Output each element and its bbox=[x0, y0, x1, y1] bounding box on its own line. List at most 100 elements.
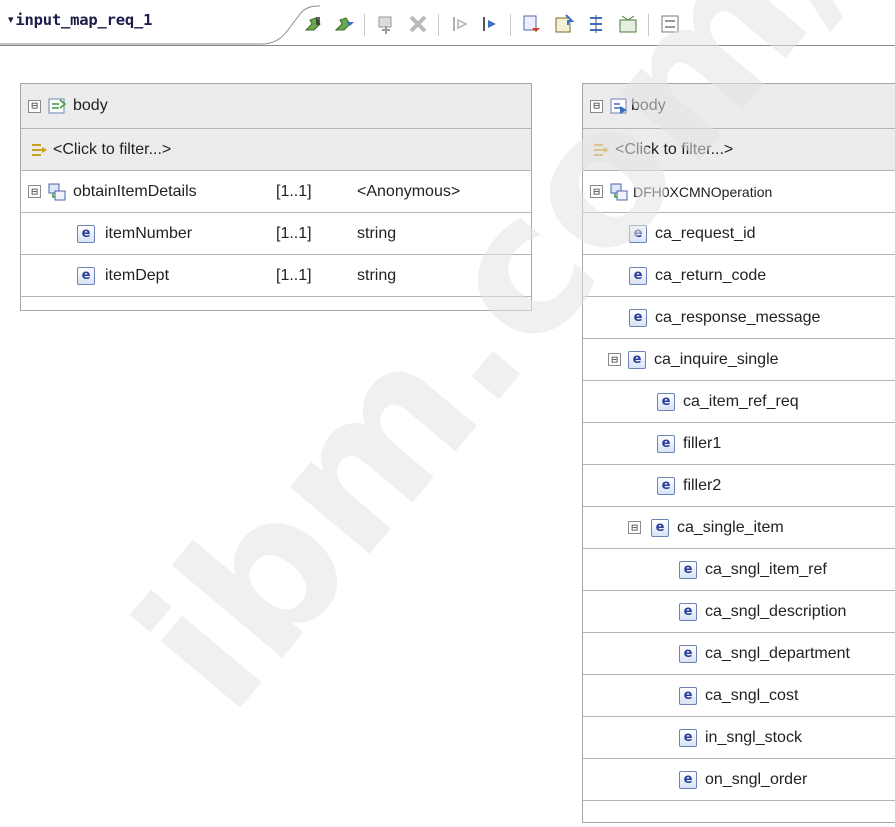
multiplicity: [1..1] bbox=[276, 266, 312, 284]
tree-node-name: ca_inquire_single bbox=[654, 350, 779, 368]
element-icon: e bbox=[679, 560, 697, 579]
toolbar-separator bbox=[510, 14, 511, 36]
source-tree-row[interactable]: e itemDept [1..1] string bbox=[21, 255, 531, 297]
move-right-icon[interactable] bbox=[476, 10, 504, 38]
tree-node-name: ca_sngl_cost bbox=[705, 686, 799, 704]
element-icon: e bbox=[657, 392, 675, 411]
move-left-icon[interactable] bbox=[446, 10, 474, 38]
tab-underline bbox=[0, 45, 895, 46]
editor-tab-bar: ▾ input_map_req_1 bbox=[0, 0, 895, 46]
filter-icon bbox=[591, 140, 611, 160]
element-icon: e bbox=[629, 266, 647, 285]
filter-icon bbox=[29, 140, 49, 160]
source-filter-row[interactable]: <Click to filter...> bbox=[21, 129, 531, 171]
export-icon[interactable] bbox=[550, 10, 578, 38]
source-tree-row[interactable]: e itemNumber [1..1] string bbox=[21, 213, 531, 255]
tree-node-name: ca_sngl_description bbox=[705, 602, 847, 620]
tree-node-name: ca_response_message bbox=[655, 308, 821, 326]
element-icon: e bbox=[77, 266, 95, 285]
toolbar-separator bbox=[648, 14, 649, 36]
outline-icon[interactable] bbox=[656, 10, 684, 38]
auto-map-icon[interactable] bbox=[518, 10, 546, 38]
element-icon: e bbox=[629, 308, 647, 327]
collapse-icon[interactable]: ⊟ bbox=[590, 99, 603, 113]
source-filter-label[interactable]: <Click to filter...> bbox=[53, 141, 171, 159]
collapse-icon[interactable]: ⊟ bbox=[628, 521, 641, 534]
target-tree-row[interactable]: e ca_request_id bbox=[583, 213, 895, 255]
add-mapping-icon[interactable] bbox=[300, 10, 328, 38]
tree-node-name: filler1 bbox=[683, 434, 722, 452]
source-tree-row[interactable]: ⊟ obtainItemDetails [1..1] <Anonymous> bbox=[21, 171, 531, 213]
multiplicity: [1..1] bbox=[276, 224, 312, 242]
complex-type-icon bbox=[609, 182, 629, 202]
target-tree-row[interactable]: e ca_sngl_department bbox=[583, 633, 895, 675]
target-tree-row[interactable]: e ca_response_message bbox=[583, 297, 895, 339]
tree-node-name: ca_single_item bbox=[677, 518, 784, 536]
message-body-icon bbox=[47, 96, 67, 116]
target-tree-row[interactable]: ⊟ e ca_single_item bbox=[583, 507, 895, 549]
tree-node-name: ca_return_code bbox=[655, 266, 767, 284]
complex-type-icon bbox=[47, 182, 67, 202]
element-icon: e bbox=[679, 770, 697, 789]
element-icon: e bbox=[679, 602, 697, 621]
tree-node-name: DFH0XCMNOperation bbox=[633, 183, 773, 200]
tree-node-name: filler2 bbox=[683, 476, 722, 494]
tree-node-name: obtainItemDetails bbox=[73, 182, 197, 200]
type-name: <Anonymous> bbox=[357, 182, 461, 200]
source-body-label: body bbox=[73, 97, 108, 114]
element-icon: e bbox=[679, 644, 697, 663]
add-input-icon[interactable] bbox=[372, 10, 400, 38]
tree-node-name: on_sngl_order bbox=[705, 770, 808, 788]
multiplicity: [1..1] bbox=[276, 182, 312, 200]
target-tree-row[interactable]: ⊟ DFH0XCMNOperation bbox=[583, 171, 895, 213]
collapse-icon[interactable]: ⊟ bbox=[28, 99, 41, 113]
target-tree-row[interactable]: e filler1 bbox=[583, 423, 895, 465]
target-tree-row[interactable]: e ca_sngl_cost bbox=[583, 675, 895, 717]
target-body-label: body bbox=[631, 97, 666, 114]
collapse-icon[interactable]: ⊟ bbox=[590, 185, 603, 198]
tab-collapse-icon[interactable]: ▾ bbox=[8, 13, 14, 26]
target-tree-row[interactable]: e ca_item_ref_req bbox=[583, 381, 895, 423]
collapse-icon[interactable]: ⊟ bbox=[608, 353, 621, 366]
toolbar-separator bbox=[438, 14, 439, 36]
tree-node-name: ca_item_ref_req bbox=[683, 392, 799, 410]
element-icon: e bbox=[657, 434, 675, 453]
element-icon: e bbox=[651, 518, 669, 537]
element-icon: e bbox=[657, 476, 675, 495]
collapse-icon[interactable]: ⊟ bbox=[28, 185, 41, 198]
editor-tab-title: input_map_req_1 bbox=[15, 11, 153, 29]
type-name: string bbox=[357, 266, 397, 284]
target-tree-row[interactable]: e filler2 bbox=[583, 465, 895, 507]
tree-node-name: itemDept bbox=[105, 266, 170, 284]
target-tree-row[interactable]: e ca_sngl_item_ref bbox=[583, 549, 895, 591]
tree-node-name: itemNumber bbox=[105, 224, 193, 242]
target-header-row[interactable]: ⊟ body bbox=[583, 84, 895, 129]
xslt-icon[interactable] bbox=[614, 10, 642, 38]
message-body-icon bbox=[609, 96, 629, 116]
source-panel: ⊟ body <Click to filter...> ⊟ obtainItem… bbox=[20, 83, 532, 311]
tree-node-name: ca_request_id bbox=[655, 224, 756, 242]
target-tree-row[interactable]: e ca_return_code bbox=[583, 255, 895, 297]
element-icon: e bbox=[679, 686, 697, 705]
sort-icon[interactable] bbox=[582, 10, 610, 38]
editor-tab[interactable]: ▾ input_map_req_1 bbox=[8, 11, 153, 29]
target-tree-row[interactable]: e ca_sngl_description bbox=[583, 591, 895, 633]
target-filter-label[interactable]: <Click to filter...> bbox=[615, 141, 733, 159]
target-filter-row[interactable]: <Click to filter...> bbox=[583, 129, 895, 171]
add-submap-icon[interactable] bbox=[330, 10, 358, 38]
element-icon: e bbox=[628, 350, 646, 369]
type-name: string bbox=[357, 224, 397, 242]
tree-node-name: in_sngl_stock bbox=[705, 728, 802, 746]
target-panel: ⊟ body <Click to filter...> ⊟ DFH0XCMNOp… bbox=[582, 83, 895, 823]
element-icon: e bbox=[77, 224, 95, 243]
delete-icon[interactable] bbox=[404, 10, 432, 38]
source-header-row[interactable]: ⊟ body bbox=[21, 84, 531, 129]
tree-node-name: ca_sngl_item_ref bbox=[705, 560, 827, 578]
toolbar-separator bbox=[364, 14, 365, 36]
target-tree-row[interactable]: e in_sngl_stock bbox=[583, 717, 895, 759]
target-tree-row[interactable]: e on_sngl_order bbox=[583, 759, 895, 801]
element-icon: e bbox=[679, 728, 697, 747]
tree-node-name: ca_sngl_department bbox=[705, 644, 850, 662]
element-icon: e bbox=[629, 224, 647, 243]
target-tree-row[interactable]: ⊟ e ca_inquire_single bbox=[583, 339, 895, 381]
